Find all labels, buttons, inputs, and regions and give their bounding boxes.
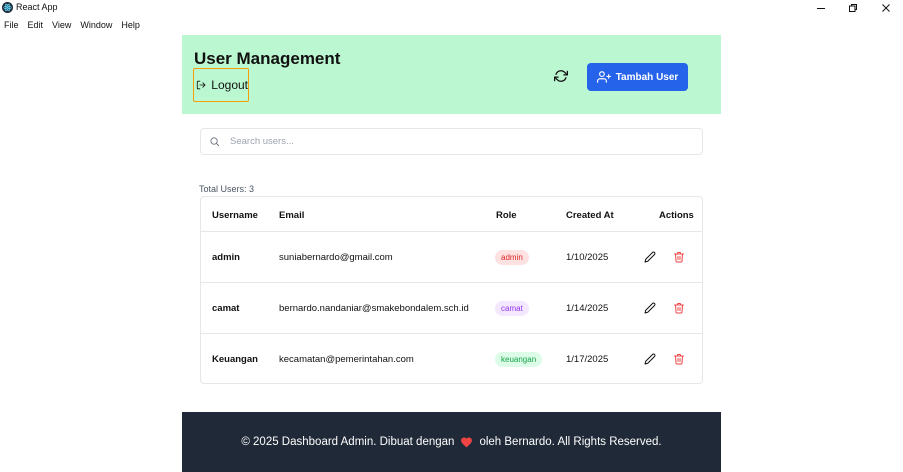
row-email: kecamatan@pemerintahan.com <box>279 354 414 365</box>
add-user-button[interactable]: Tambah User <box>587 63 688 91</box>
menu-window[interactable]: Window <box>80 18 112 32</box>
search-icon <box>210 137 220 147</box>
restore-button[interactable] <box>836 0 870 16</box>
menu-help[interactable]: Help <box>121 18 140 32</box>
row-email: bernardo.nandaniar@smakebondalem.sch.id <box>279 303 469 314</box>
main-panel: User Management Logout Tambah User Total… <box>182 35 721 472</box>
logout-button[interactable]: Logout <box>193 68 249 102</box>
table-row: admin suniabernardo@gmail.com admin 1/10… <box>201 231 702 283</box>
edit-button[interactable] <box>644 352 656 365</box>
window-title: React App <box>16 2 58 12</box>
close-icon <box>882 4 890 12</box>
search-input[interactable] <box>228 135 652 148</box>
column-header-email: Email <box>279 210 305 221</box>
column-header-username: Username <box>212 210 258 221</box>
add-user-label: Tambah User <box>615 71 679 83</box>
footer: © 2025 Dashboard Admin. Dibuat dengan ol… <box>182 412 721 472</box>
edit-button[interactable] <box>644 301 656 314</box>
users-table: Username Email Role Created At Actions a… <box>200 196 703 384</box>
footer-text-start: © 2025 Dashboard Admin. Dibuat dengan <box>241 436 455 448</box>
minimize-button[interactable] <box>804 0 838 16</box>
pencil-icon <box>644 302 656 314</box>
trash-icon <box>674 303 684 314</box>
row-created-at: 1/17/2025 <box>566 354 609 365</box>
react-logo-icon <box>2 2 13 13</box>
menu-view[interactable]: View <box>52 18 71 32</box>
refresh-button[interactable] <box>553 69 569 83</box>
role-badge: keuangan <box>495 352 543 367</box>
row-username: Keuangan <box>212 354 258 365</box>
page-title: User Management <box>194 49 341 68</box>
logout-icon <box>196 80 206 90</box>
minimize-icon <box>817 8 825 9</box>
trash-icon <box>674 354 684 365</box>
footer-text-end: oleh Bernardo. All Rights Reserved. <box>479 436 662 448</box>
delete-button[interactable] <box>673 301 685 314</box>
row-username: admin <box>212 252 240 263</box>
restore-icon <box>849 4 857 12</box>
role-badge: admin <box>495 250 529 265</box>
search-box <box>200 128 703 155</box>
title-bar: React App <box>0 0 903 16</box>
role-badge: camat <box>495 301 529 316</box>
user-plus-icon <box>596 71 611 83</box>
edit-button[interactable] <box>644 250 656 263</box>
row-created-at: 1/14/2025 <box>566 303 609 314</box>
trash-icon <box>674 252 684 263</box>
logout-label: Logout <box>211 78 248 92</box>
delete-button[interactable] <box>673 250 685 263</box>
column-header-created-at: Created At <box>566 210 614 221</box>
pencil-icon <box>644 251 656 263</box>
row-username: camat <box>212 303 240 314</box>
row-created-at: 1/10/2025 <box>566 252 609 263</box>
page-header: User Management Logout Tambah User <box>182 35 721 114</box>
close-window-button[interactable] <box>869 0 903 16</box>
table-row: camat bernardo.nandaniar@smakebondalem.s… <box>201 282 702 334</box>
menu-edit[interactable]: Edit <box>28 18 44 32</box>
row-email: suniabernardo@gmail.com <box>279 252 393 263</box>
menu-file[interactable]: File <box>4 18 19 32</box>
delete-button[interactable] <box>673 352 685 365</box>
column-header-actions: Actions <box>659 210 694 221</box>
menu-bar: File Edit View Window Help <box>0 18 145 32</box>
column-header-role: Role <box>496 210 517 221</box>
heart-icon <box>461 437 473 448</box>
pencil-icon <box>644 353 656 365</box>
total-users: Total Users: 3 <box>199 184 255 194</box>
refresh-icon <box>553 70 569 82</box>
table-row: Keuangan kecamatan@pemerintahan.com keua… <box>201 333 702 383</box>
